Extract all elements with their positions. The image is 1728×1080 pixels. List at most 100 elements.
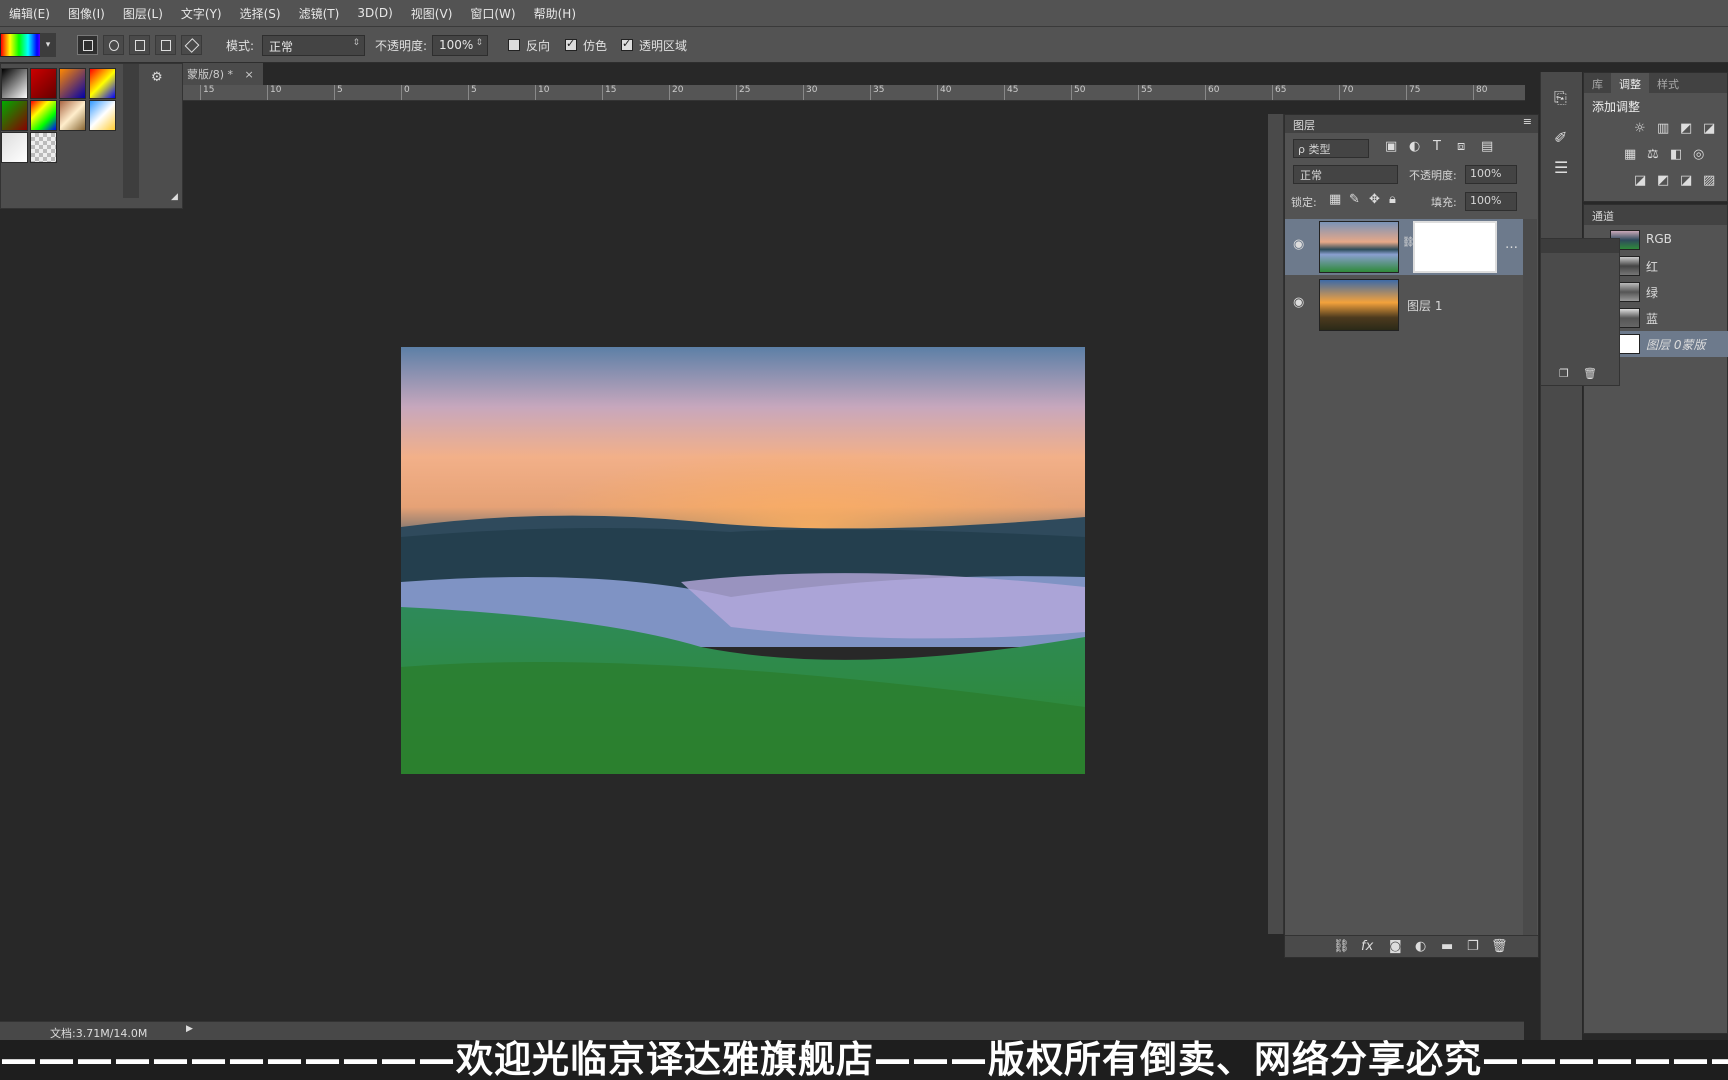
menu-layer[interactable]: 图层(L)	[114, 5, 172, 22]
invert-icon[interactable]: ◪	[1634, 173, 1646, 188]
gradient-preset[interactable]	[30, 132, 57, 163]
popup-scrollbar[interactable]	[123, 64, 139, 198]
type-filter-icon[interactable]: T	[1433, 139, 1441, 154]
layers-footer: ⛓ fx ◙ ◐ ▬ ❐ 🗑︎	[1285, 935, 1538, 957]
status-menu-arrow-icon[interactable]: ▶	[186, 1024, 193, 1034]
panel-menu-icon[interactable]: ≡	[1523, 115, 1532, 128]
canvas-landscape-image[interactable]	[401, 347, 1085, 774]
tab-styles[interactable]: 样式	[1649, 73, 1687, 93]
color-balance-icon[interactable]: ⚖	[1647, 147, 1659, 162]
dither-checkbox[interactable]	[565, 37, 577, 51]
diamond-gradient-button[interactable]	[181, 35, 202, 55]
menu-edit[interactable]: 编辑(E)	[0, 5, 59, 22]
curves-icon[interactable]: ◩	[1680, 121, 1692, 136]
gradient-preset[interactable]	[89, 68, 116, 99]
gradient-preset[interactable]	[30, 100, 57, 131]
lock-all-icon[interactable]: 🔒︎	[1389, 192, 1396, 207]
mode-label: 模式:	[226, 39, 255, 53]
trash-icon[interactable]: 🗑︎	[1491, 939, 1508, 954]
brush-settings-icon[interactable]: ✐	[1554, 128, 1567, 147]
history-icon[interactable]: ⎘	[1554, 88, 1567, 108]
channels-panel-title[interactable]: 通道	[1584, 205, 1727, 225]
lock-transparent-icon[interactable]: ▦	[1329, 192, 1341, 207]
brightness-icon[interactable]: ☼	[1634, 121, 1646, 136]
shape-filter-icon[interactable]: ⧈	[1457, 139, 1465, 154]
tab-adjustments[interactable]: 调整	[1611, 73, 1649, 93]
gradient-preset[interactable]	[30, 68, 57, 99]
eye-icon[interactable]: ◉	[1293, 295, 1304, 310]
reflected-gradient-button[interactable]	[155, 35, 176, 55]
levels-icon[interactable]: ▥	[1657, 121, 1669, 136]
layer-row[interactable]: ◉ 图层 1	[1285, 277, 1523, 333]
close-icon[interactable]: ×	[245, 68, 254, 81]
layer-mask-thumbnail[interactable]	[1413, 221, 1497, 273]
adjustments-panel: 库 调整 样式 添加调整 ☼ ▥ ◩ ◪ ▦ ⚖ ◧ ◎ ◪ ◩ ◪ ▨	[1583, 72, 1728, 202]
gradient-preset[interactable]	[59, 100, 86, 131]
collapsed-panel-strip[interactable]	[1268, 114, 1284, 934]
gradient-preset[interactable]	[1, 68, 28, 99]
layer-opacity-field[interactable]: 100%	[1465, 165, 1517, 184]
menu-view[interactable]: 视图(V)	[402, 5, 462, 22]
adjustment-filter-icon[interactable]: ◐	[1409, 139, 1420, 154]
menu-select[interactable]: 选择(S)	[231, 5, 290, 22]
channel-name: 蓝	[1646, 312, 1659, 326]
image-filter-icon[interactable]: ▣	[1385, 139, 1397, 154]
radial-gradient-button[interactable]	[103, 35, 124, 55]
menu-type[interactable]: 文字(Y)	[172, 5, 231, 22]
ruler-tick-label: 40	[936, 85, 952, 100]
layer-opacity-label: 不透明度:	[1409, 169, 1457, 182]
lock-brush-icon[interactable]: ✎	[1349, 192, 1360, 207]
gradient-picker-arrow[interactable]: ▾	[40, 33, 56, 57]
layers-panel-title[interactable]: 图层	[1293, 119, 1315, 132]
trash-icon[interactable]: 🗑︎	[1583, 367, 1597, 380]
menu-image[interactable]: 图像(I)	[59, 5, 114, 22]
floating-panel-header[interactable]	[1541, 239, 1619, 253]
hue-saturation-icon[interactable]: ▦	[1624, 147, 1636, 162]
new-layer-icon[interactable]: ❐	[1467, 939, 1479, 954]
gear-icon[interactable]: ⚙	[151, 70, 163, 85]
fx-icon[interactable]: fx	[1361, 939, 1373, 954]
layer-filter-dropdown[interactable]: ρ 类型	[1293, 139, 1369, 158]
layers-scrollbar[interactable]	[1523, 219, 1537, 939]
eye-icon[interactable]: ◉	[1293, 237, 1304, 252]
new-group-icon[interactable]: ▬	[1441, 939, 1453, 954]
black-white-icon[interactable]: ◧	[1670, 147, 1682, 162]
exposure-icon[interactable]: ◪	[1703, 121, 1715, 136]
menu-help[interactable]: 帮助(H)	[525, 5, 585, 22]
transparency-checkbox[interactable]	[621, 37, 633, 51]
gradient-preset[interactable]	[1, 100, 28, 131]
menu-window[interactable]: 窗口(W)	[461, 5, 524, 22]
lock-move-icon[interactable]: ✥	[1369, 192, 1380, 207]
document-tab[interactable]: 蒙版/8) * ×	[183, 63, 263, 85]
fill-field[interactable]: 100%	[1465, 192, 1517, 211]
doc-size-status[interactable]: 文档:3.71M/14.0M	[50, 1025, 147, 1041]
add-mask-icon[interactable]: ◙	[1389, 939, 1402, 954]
menu-filter[interactable]: 滤镜(T)	[290, 5, 349, 22]
channel-name: 红	[1646, 260, 1659, 274]
mode-dropdown[interactable]: 正常	[262, 35, 365, 56]
posterize-icon[interactable]: ◩	[1657, 173, 1669, 188]
new-channel-icon[interactable]: ❐	[1559, 367, 1569, 380]
gradient-preset[interactable]	[89, 100, 116, 131]
threshold-icon[interactable]: ◪	[1680, 173, 1692, 188]
menu-3d[interactable]: 3D(D)	[348, 6, 401, 20]
opacity-field[interactable]: 100%	[432, 35, 488, 56]
link-layers-icon[interactable]: ⛓	[1333, 939, 1350, 954]
menu-bar: 编辑(E) 图像(I) 图层(L) 文字(Y) 选择(S) 滤镜(T) 3D(D…	[0, 0, 1728, 27]
properties-icon[interactable]: ☰	[1554, 158, 1568, 177]
gradient-preset[interactable]	[1, 132, 28, 163]
blend-mode-dropdown[interactable]: 正常	[1293, 165, 1398, 184]
photo-filter-icon[interactable]: ◎	[1693, 147, 1704, 162]
ruler-tick-label: 0	[401, 85, 410, 100]
adjustment-layer-icon[interactable]: ◐	[1415, 939, 1426, 954]
angle-gradient-button[interactable]	[129, 35, 150, 55]
linear-gradient-button[interactable]	[77, 35, 98, 55]
resize-grip-icon[interactable]: ◢	[171, 192, 178, 202]
lock-label: 锁定:	[1291, 196, 1317, 209]
gradient-map-icon[interactable]: ▨	[1703, 173, 1715, 188]
gradient-preset[interactable]	[59, 68, 86, 99]
reverse-checkbox[interactable]	[508, 39, 520, 51]
tab-libraries[interactable]: 库	[1584, 73, 1611, 93]
smartobject-filter-icon[interactable]: ▤	[1481, 139, 1493, 154]
layer-row-selected[interactable]: ◉ ⛓ …	[1285, 219, 1523, 275]
